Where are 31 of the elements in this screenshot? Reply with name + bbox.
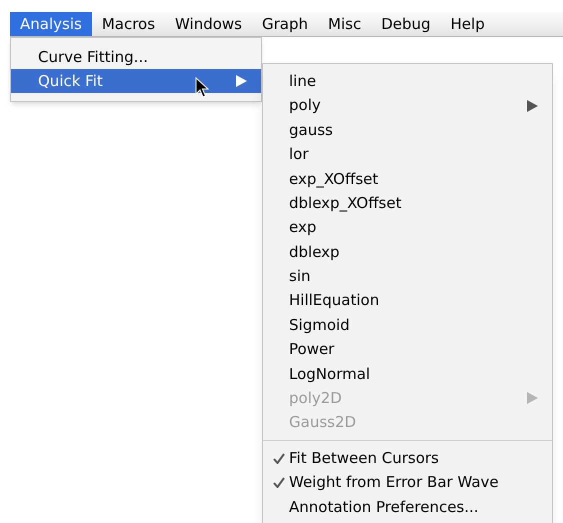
- checkmark-icon: [273, 452, 285, 464]
- submenu-arrow-icon: [236, 75, 247, 87]
- menu-title[interactable]: Misc: [318, 12, 372, 36]
- menu-item[interactable]: exp: [263, 215, 552, 240]
- menu-item[interactable]: Annotation Preferences...: [263, 494, 552, 520]
- menu-item[interactable]: gauss: [263, 118, 552, 142]
- menu-item[interactable]: Sigmoid: [263, 312, 552, 338]
- menu-item[interactable]: exp_XOffset: [263, 166, 552, 191]
- menu-item[interactable]: poly: [263, 93, 552, 118]
- menu-item[interactable]: Power: [263, 337, 552, 362]
- menu-item[interactable]: LogNormal: [263, 362, 552, 386]
- menu-title[interactable]: Windows: [165, 12, 252, 36]
- menu-item[interactable]: lor: [263, 142, 552, 167]
- menu-item[interactable]: Fit Between Cursors: [263, 446, 552, 470]
- menu-title[interactable]: Macros: [92, 12, 166, 36]
- menu-title[interactable]: Analysis: [10, 12, 92, 36]
- menu-item[interactable]: dblexp: [263, 240, 552, 264]
- submenu-arrow-icon: [527, 392, 538, 404]
- menu-item[interactable]: Curve Fitting...: [11, 45, 261, 69]
- mouse-pointer-icon: [195, 77, 209, 99]
- menu-title[interactable]: Graph: [252, 12, 318, 36]
- menu-item[interactable]: sin: [263, 264, 552, 289]
- menu-title[interactable]: Help: [440, 12, 495, 36]
- menu-item[interactable]: line: [263, 69, 552, 94]
- menu-item[interactable]: HillEquation: [263, 288, 552, 313]
- menu-item[interactable]: Weight from Error Bar Wave: [263, 470, 552, 495]
- menu-title[interactable]: Debug: [371, 12, 441, 36]
- submenu-arrow-icon: [527, 100, 538, 112]
- menu-item[interactable]: dblexp_XOffset: [263, 190, 552, 216]
- checkmark-icon: [273, 476, 285, 488]
- menu-item[interactable]: Quick Fit: [11, 69, 261, 93]
